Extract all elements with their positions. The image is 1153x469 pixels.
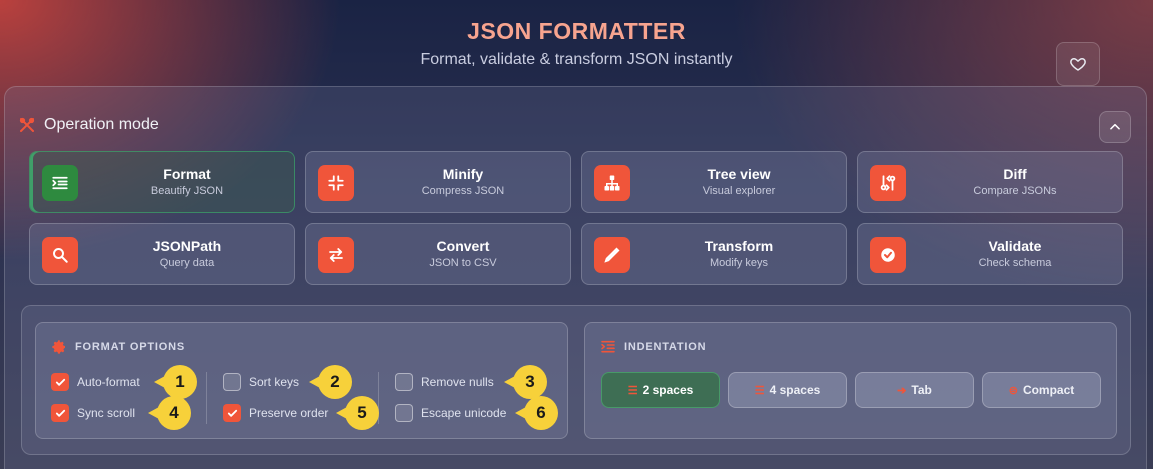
checkbox-checked[interactable] <box>223 404 241 422</box>
mode-card-diff[interactable]: Diff Compare JSONs <box>857 151 1123 213</box>
mode-name: JSONPath <box>152 238 222 254</box>
mode-card-format[interactable]: Format Beautify JSON <box>29 151 295 213</box>
indentation-header: INDENTATION <box>600 339 706 355</box>
mode-name: Minify <box>442 166 484 182</box>
swap-icon <box>318 237 354 273</box>
mode-desc: Beautify JSON <box>150 185 224 197</box>
annotation-badge: 1 <box>154 365 197 399</box>
collapse-button[interactable] <box>1099 111 1131 143</box>
operation-mode-header: Operation mode <box>18 116 159 134</box>
annotation-badge: 3 <box>504 365 547 399</box>
indent-label: 2 spaces <box>642 383 694 397</box>
indent-label: Tab <box>911 383 932 397</box>
mode-desc: Query data <box>159 257 215 269</box>
option-label: Escape unicode <box>421 406 507 420</box>
option-auto-format[interactable]: Auto-format <box>51 373 140 391</box>
option-remove-nulls[interactable]: Remove nulls <box>395 373 494 391</box>
tree-icon <box>594 165 630 201</box>
annotation-badge: 2 <box>309 365 352 399</box>
annotation-badge: 5 <box>336 396 379 430</box>
mode-card-jsonpath[interactable]: JSONPath Query data <box>29 223 295 285</box>
option-preserve-order[interactable]: Preserve order <box>223 404 328 422</box>
operation-mode-label: Operation mode <box>44 116 159 133</box>
pencil-icon <box>594 237 630 273</box>
option-sync-scroll[interactable]: Sync scroll <box>51 404 135 422</box>
indent-option-compact[interactable]: ⊜ Compact <box>982 372 1101 408</box>
app-title: JSON FORMATTER <box>467 18 686 44</box>
format-options-header: FORMAT OPTIONS <box>51 339 185 355</box>
mode-card-validate[interactable]: Validate Check schema <box>857 223 1123 285</box>
option-label: Sort keys <box>249 375 300 389</box>
mode-card-convert[interactable]: Convert JSON to CSV <box>305 223 571 285</box>
mode-card-tree-view[interactable]: Tree view Visual explorer <box>581 151 847 213</box>
app-subtitle: Format, validate & transform JSON instan… <box>420 51 733 68</box>
mode-card-transform[interactable]: Transform Modify keys <box>581 223 847 285</box>
mode-desc: Check schema <box>978 257 1052 269</box>
mode-name: Convert <box>436 238 490 254</box>
option-label: Sync scroll <box>77 406 136 420</box>
mode-desc: Compress JSON <box>421 185 505 197</box>
indent-icon: ☰ <box>627 384 638 397</box>
annotation-badge: 4 <box>148 396 191 430</box>
option-label: Preserve order <box>249 406 329 420</box>
heart-icon <box>1070 58 1086 71</box>
mode-desc: Modify keys <box>709 257 769 269</box>
indent-option-2-spaces[interactable]: ☰ 2 spaces <box>601 372 720 408</box>
favorite-button[interactable] <box>1056 42 1100 86</box>
option-escape-unicode[interactable]: Escape unicode <box>395 404 506 422</box>
compact-icon: ⊜ <box>1008 384 1018 397</box>
indent-icon: ☰ <box>754 384 765 397</box>
indent-icon <box>601 340 615 353</box>
checkbox-unchecked[interactable] <box>395 373 413 391</box>
checkbox-unchecked[interactable] <box>395 404 413 422</box>
indent-option-tab[interactable]: ➔ Tab <box>855 372 974 408</box>
option-label: Remove nulls <box>421 375 494 389</box>
format-icon <box>42 165 78 201</box>
mode-card-minify[interactable]: Minify Compress JSON <box>305 151 571 213</box>
mode-desc: Compare JSONs <box>973 185 1057 197</box>
options-divider <box>206 372 207 424</box>
check-icon <box>870 237 906 273</box>
checkbox-checked[interactable] <box>51 404 69 422</box>
compress-icon <box>318 165 354 201</box>
chevron-up-icon <box>1110 123 1120 130</box>
format-options-title: FORMAT OPTIONS <box>75 341 185 353</box>
indent-option-4-spaces[interactable]: ☰ 4 spaces <box>728 372 847 408</box>
mode-desc: JSON to CSV <box>429 257 497 269</box>
indentation-title: INDENTATION <box>624 341 707 353</box>
annotation-badge: 6 <box>515 396 558 430</box>
indent-label: Compact <box>1022 383 1075 397</box>
arrow-right-icon: ➔ <box>897 384 907 397</box>
mode-name: Format <box>163 166 211 182</box>
search-icon <box>42 237 78 273</box>
tools-icon <box>19 117 35 132</box>
mode-name: Tree view <box>707 166 771 182</box>
diff-icon <box>870 165 906 201</box>
mode-name: Transform <box>704 238 774 254</box>
option-sort-keys[interactable]: Sort keys <box>223 373 299 391</box>
mode-desc: Visual explorer <box>702 185 776 197</box>
indent-label: 4 spaces <box>769 383 821 397</box>
checkbox-unchecked[interactable] <box>223 373 241 391</box>
option-label: Auto-format <box>77 375 140 389</box>
mode-name: Validate <box>988 238 1042 254</box>
gear-icon <box>52 340 65 354</box>
checkbox-checked[interactable] <box>51 373 69 391</box>
mode-name: Diff <box>1003 166 1027 182</box>
